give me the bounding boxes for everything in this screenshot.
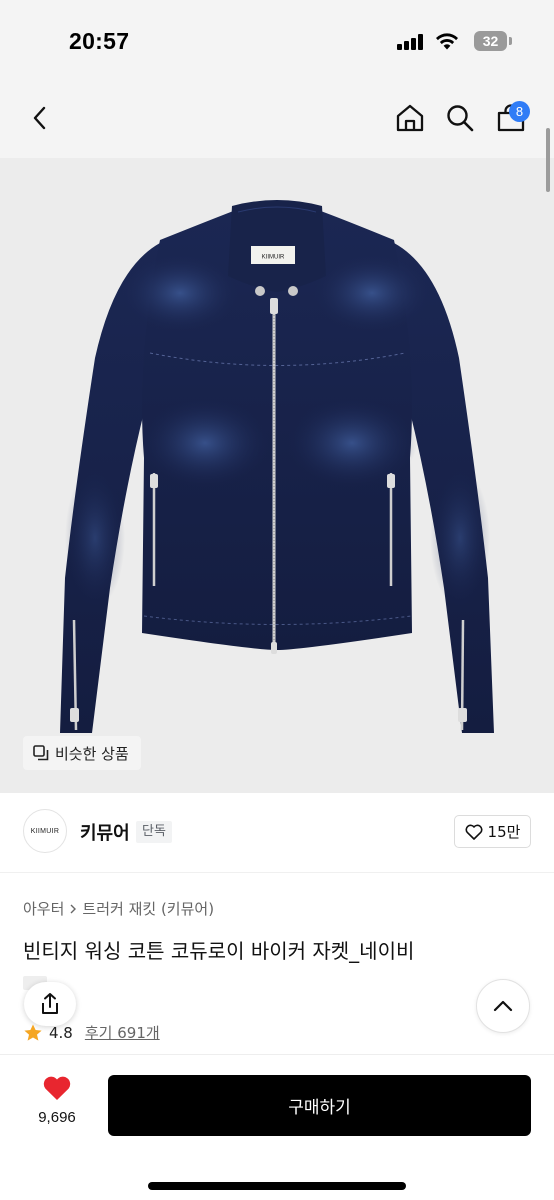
brand-logo[interactable]: KIIMUIR (23, 809, 67, 853)
rating-value: 4.8 (49, 1023, 73, 1042)
home-button[interactable] (390, 98, 430, 138)
battery-tip (509, 37, 512, 45)
search-icon (447, 105, 474, 132)
cart-count-badge: 8 (509, 101, 530, 122)
chevron-left-icon (33, 106, 46, 130)
share-button[interactable] (24, 982, 76, 1026)
status-bar: 20:57 32 (0, 0, 554, 80)
scroll-to-top-button[interactable] (476, 979, 530, 1033)
cellular-signal-icon (397, 34, 425, 50)
breadcrumb: 아우터 트러커 재킷 (키뮤어) (23, 898, 214, 919)
back-button[interactable] (20, 98, 60, 138)
rating-row: 4.8 후기 691개 (23, 1022, 160, 1043)
product-title: 빈티지 워싱 코튼 코듀로이 바이커 자켓_네이비 (23, 939, 415, 963)
brand-name[interactable]: 키뮤어 (80, 819, 130, 845)
status-time: 20:57 (69, 28, 130, 54)
star-icon (24, 1024, 42, 1041)
garment-label-text: KIIMUIR (262, 255, 285, 261)
wish-count: 9,696 (38, 1109, 76, 1126)
brand-row: KIIMUIR 키뮤어 단독 15만 (0, 793, 554, 873)
page-scrollbar[interactable] (546, 128, 550, 192)
top-navigation (0, 80, 554, 158)
breadcrumb-item-trucker-jacket[interactable]: 트러커 재킷 (키뮤어) (82, 898, 214, 919)
heart-outline-icon (465, 824, 483, 840)
share-icon (42, 993, 58, 1014)
search-button[interactable] (440, 98, 480, 138)
home-indicator (148, 1182, 406, 1190)
wifi-icon (436, 33, 458, 50)
similar-products-button[interactable]: 비슷한 상품 (23, 736, 141, 770)
battery-indicator: 32 (474, 31, 507, 51)
home-icon (396, 104, 424, 132)
breadcrumb-item-outer[interactable]: 아우터 (23, 898, 64, 919)
review-count-link[interactable]: 후기 691개 (85, 1022, 160, 1043)
buy-button[interactable]: 구매하기 (108, 1075, 531, 1136)
similar-products-label: 비슷한 상품 (55, 744, 129, 763)
exclusive-tag: 단독 (136, 821, 172, 843)
brand-like-count: 15만 (487, 823, 521, 841)
product-image[interactable]: KIIMUIR (0, 158, 554, 793)
purchase-bar: 9,696 구매하기 (0, 1054, 554, 1200)
jacket-photo: KIIMUIR (60, 200, 494, 733)
wish-button[interactable]: 9,696 (22, 1075, 92, 1126)
heart-filled-icon (43, 1076, 71, 1100)
chevron-up-icon (493, 1000, 513, 1012)
similar-items-icon (33, 745, 49, 761)
brand-like-button[interactable]: 15만 (454, 815, 531, 848)
chevron-right-icon (70, 904, 77, 913)
